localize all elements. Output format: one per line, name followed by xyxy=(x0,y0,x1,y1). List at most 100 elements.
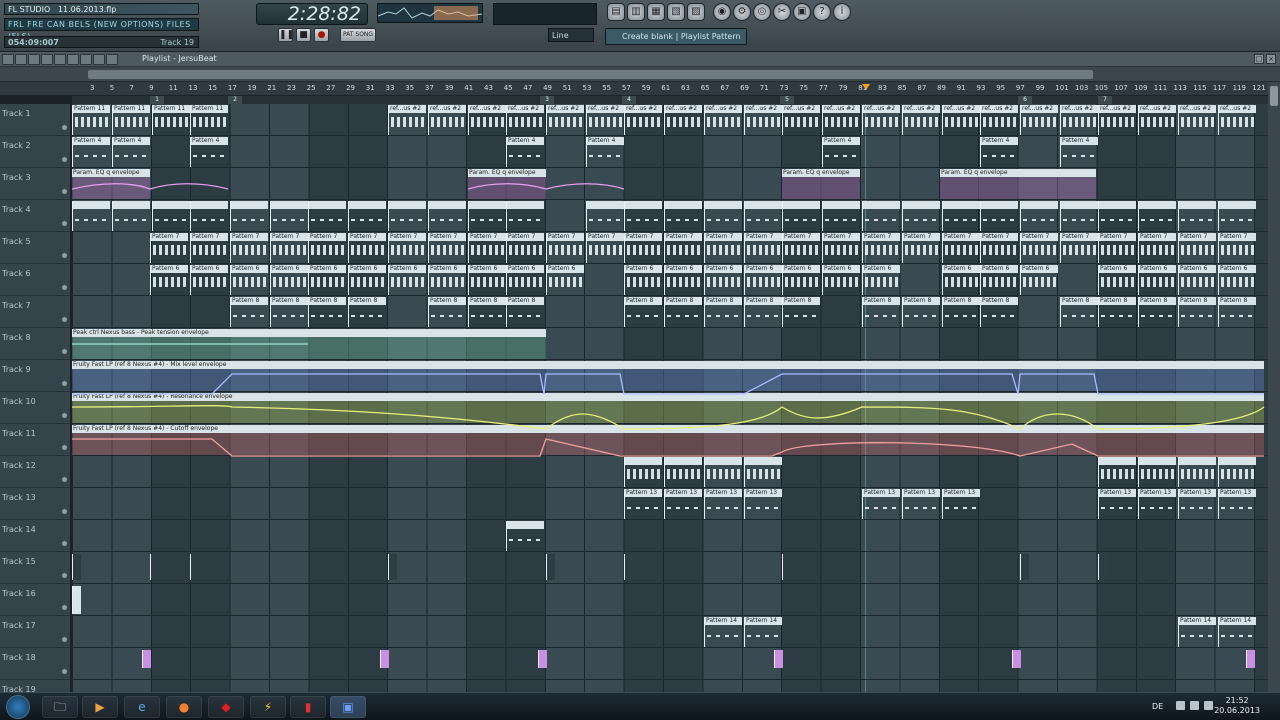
track-header[interactable]: Track 11 xyxy=(0,424,70,456)
marker-bar[interactable]: 1 2 3 4 5 6 7 xyxy=(72,96,1268,104)
plugin-icon[interactable]: ◉ xyxy=(713,3,731,21)
track-mute-dot[interactable] xyxy=(62,381,67,386)
audio-clip[interactable] xyxy=(538,650,547,668)
audio-clip[interactable] xyxy=(142,650,151,668)
time-marker[interactable]: 5 xyxy=(780,96,794,104)
track-mute-dot[interactable] xyxy=(62,285,67,290)
track-mute-dot[interactable] xyxy=(62,157,67,162)
playlist-icon[interactable]: ▤ xyxy=(607,3,625,21)
language-indicator[interactable]: DE xyxy=(1152,702,1163,711)
track-header[interactable]: Track 13 xyxy=(0,488,70,520)
time-marker[interactable]: 4 xyxy=(622,96,636,104)
track-header[interactable]: Track 10 xyxy=(0,392,70,424)
piano-roll-icon[interactable]: ▥ xyxy=(627,3,645,21)
track-mute-dot[interactable] xyxy=(62,253,67,258)
zoom-tool-icon[interactable] xyxy=(93,54,105,65)
snap-selector[interactable]: Line xyxy=(548,28,594,42)
track-header[interactable]: Track 9 xyxy=(0,360,70,392)
time-marker[interactable]: 3 xyxy=(540,96,554,104)
track-mute-dot[interactable] xyxy=(62,189,67,194)
mixer-icon[interactable]: ▨ xyxy=(687,3,705,21)
track-mute-dot[interactable] xyxy=(62,605,67,610)
select-tool-icon[interactable] xyxy=(80,54,92,65)
song-time-display[interactable]: 2:28:82 xyxy=(256,3,368,25)
brush-tool-icon[interactable] xyxy=(28,54,40,65)
playlist-grid[interactable]: Pattern 11 Pattern 11 Pattern 11 Pattern 11… xyxy=(72,104,1268,692)
pause-button[interactable]: ❚❚ xyxy=(278,28,294,42)
browser-icon[interactable]: ▦ xyxy=(647,3,665,21)
vertical-scrollbar[interactable] xyxy=(1268,82,1280,692)
track-mute-dot[interactable] xyxy=(62,509,67,514)
timeline-ruler[interactable]: 3 5 7 9 11 13 15 17 19 21 23 25 27 29 31 33 35 37 39 41 43 45… xyxy=(0,82,1268,96)
track-mute-dot[interactable] xyxy=(62,445,67,450)
audio-clip[interactable] xyxy=(380,650,389,668)
delete-tool-icon[interactable] xyxy=(41,54,53,65)
pencil-tool-icon[interactable] xyxy=(15,54,27,65)
time-marker[interactable]: 7 xyxy=(1098,96,1112,104)
help-icon[interactable]: ? xyxy=(813,3,831,21)
document-icon[interactable]: ▣ xyxy=(793,3,811,21)
horizontal-scrollbar[interactable] xyxy=(88,70,1093,79)
track-header[interactable]: Track 18 xyxy=(0,648,70,680)
track-mute-dot[interactable] xyxy=(62,349,67,354)
notification-icon[interactable] xyxy=(1176,701,1185,710)
track-header[interactable]: Track 12 xyxy=(0,456,70,488)
scroll-thumb[interactable] xyxy=(1270,86,1278,106)
audio-clip[interactable] xyxy=(1098,554,1107,580)
channel-rack-icon[interactable]: ▧ xyxy=(667,3,685,21)
track-mute-dot[interactable] xyxy=(62,317,67,322)
track-mute-dot[interactable] xyxy=(62,637,67,642)
audio-clip[interactable] xyxy=(546,554,555,580)
maximize-icon[interactable]: □ xyxy=(1254,54,1264,64)
audio-clip[interactable] xyxy=(72,554,81,580)
play-tool-icon[interactable] xyxy=(106,54,118,65)
time-marker[interactable]: 2 xyxy=(228,96,242,104)
audio-clip[interactable] xyxy=(150,554,159,580)
song-position-marker[interactable] xyxy=(862,84,870,90)
info-icon[interactable]: i xyxy=(833,3,851,21)
slice-tool-icon[interactable] xyxy=(67,54,79,65)
track-header[interactable]: Track 2 xyxy=(0,136,70,168)
stop-button[interactable]: ■ xyxy=(296,28,311,42)
audio-clip[interactable] xyxy=(1020,554,1029,580)
track-header[interactable]: Track 14 xyxy=(0,520,70,552)
pdf-icon[interactable]: ▮ xyxy=(290,696,326,718)
network-icon[interactable] xyxy=(1190,701,1199,710)
pat-song-toggle[interactable]: PAT SONG xyxy=(340,28,376,42)
audio-clip[interactable] xyxy=(190,554,199,580)
track-header[interactable]: Track 8 xyxy=(0,328,70,360)
firefox-icon[interactable]: ● xyxy=(166,696,202,718)
cut-icon[interactable]: ✂ xyxy=(773,3,791,21)
settings-icon[interactable]: ⚙ xyxy=(733,3,751,21)
time-marker[interactable]: 6 xyxy=(1018,96,1032,104)
track-mute-dot[interactable] xyxy=(62,669,67,674)
volume-icon[interactable] xyxy=(1204,701,1213,710)
track-mute-dot[interactable] xyxy=(62,413,67,418)
app-icon[interactable]: ◆ xyxy=(208,696,244,718)
track-header[interactable]: Track 4 xyxy=(0,200,70,232)
audio-clip[interactable] xyxy=(782,554,791,580)
audio-clip[interactable] xyxy=(72,586,81,614)
winamp-icon[interactable]: ⚡ xyxy=(250,696,286,718)
audio-clip[interactable] xyxy=(388,554,397,580)
explorer-icon[interactable]: 🗀 xyxy=(42,696,78,718)
track-header[interactable]: Track 15 xyxy=(0,552,70,584)
menu-icon[interactable] xyxy=(2,54,14,65)
pattern-selector[interactable]: Create blank | Playlist Pattern xyxy=(605,28,747,45)
mute-tool-icon[interactable] xyxy=(54,54,66,65)
render-icon[interactable]: ◎ xyxy=(753,3,771,21)
internet-explorer-icon[interactable]: e xyxy=(124,696,160,718)
track-header[interactable]: Track 17 xyxy=(0,616,70,648)
track-mute-dot[interactable] xyxy=(62,125,67,130)
media-player-icon[interactable]: ▶ xyxy=(82,696,118,718)
track-mute-dot[interactable] xyxy=(62,541,67,546)
audio-clip[interactable] xyxy=(774,650,783,668)
start-icon[interactable] xyxy=(6,695,30,719)
track-header[interactable]: Track 1 xyxy=(0,104,70,136)
track-mute-dot[interactable] xyxy=(62,477,67,482)
track-mute-dot[interactable] xyxy=(62,221,67,226)
track-header[interactable]: Track 3 xyxy=(0,168,70,200)
fl-studio-icon[interactable]: ▣ xyxy=(330,696,366,718)
track-header[interactable]: Track 6 xyxy=(0,264,70,296)
audio-clip[interactable] xyxy=(1246,650,1255,668)
